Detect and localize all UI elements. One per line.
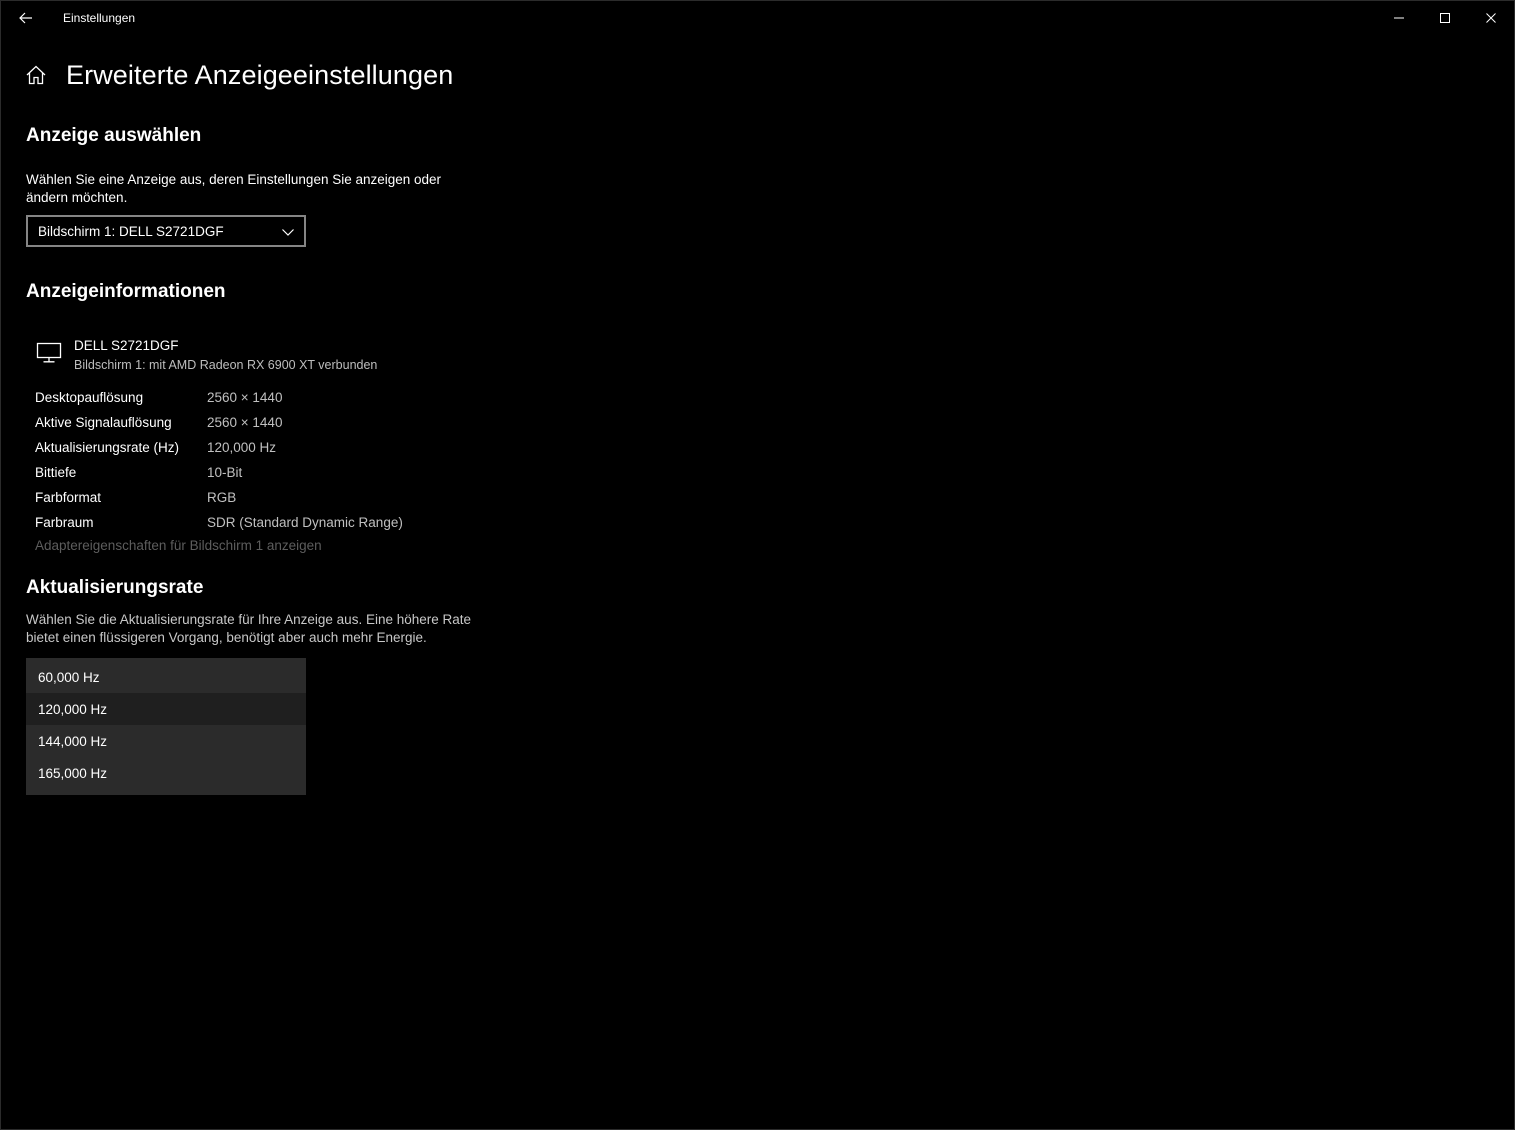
monitor-summary: DELL S2721DGF Bildschirm 1: mit AMD Rade… — [36, 337, 377, 375]
adapter-properties-link[interactable]: Adaptereigenschaften für Bildschirm 1 an… — [35, 538, 322, 553]
info-row-bit-depth: Bittiefe 10-Bit — [35, 460, 403, 485]
info-label: Aktive Signalauflösung — [35, 415, 172, 430]
maximize-icon — [1440, 13, 1450, 23]
info-value: 120,000 Hz — [207, 440, 277, 455]
select-display-description: Wählen Sie eine Anzeige aus, deren Einst… — [26, 172, 442, 205]
display-select[interactable]: Bildschirm 1: DELL S2721DGF — [26, 215, 306, 247]
info-row-color-format: Farbformat RGB — [35, 485, 403, 510]
info-row-color-space: Farbraum SDR (Standard Dynamic Range) — [35, 510, 403, 535]
monitor-name: DELL S2721DGF — [74, 338, 179, 353]
info-value: RGB — [207, 490, 237, 505]
refresh-rate-dropdown-list: 60,000 Hz 120,000 Hz 144,000 Hz 165,000 … — [26, 658, 306, 795]
refresh-rate-option-165[interactable]: 165,000 Hz — [26, 757, 306, 789]
monitor-connection: Bildschirm 1: mit AMD Radeon RX 6900 XT … — [74, 358, 378, 372]
refresh-rate-heading: Aktualisierungsrate — [26, 577, 204, 598]
display-info-heading: Anzeigeinformationen — [26, 281, 226, 302]
back-arrow-icon — [19, 12, 32, 24]
home-icon[interactable] — [25, 64, 47, 86]
monitor-text: DELL S2721DGF Bildschirm 1: mit AMD Rade… — [74, 337, 377, 375]
page-title: Erweiterte Anzeigeeinstellungen — [66, 59, 454, 90]
minimize-button[interactable] — [1376, 1, 1422, 35]
info-value: 2560 × 1440 — [207, 415, 283, 430]
back-button[interactable] — [11, 5, 41, 31]
settings-window: Einstellungen Erweiterte Anzeigeeinstell… — [0, 0, 1515, 1130]
info-label: Bittiefe — [35, 465, 77, 480]
info-value: 2560 × 1440 — [207, 390, 283, 405]
close-button[interactable] — [1468, 1, 1514, 35]
refresh-rate-option-120[interactable]: 120,000 Hz — [26, 693, 306, 725]
refresh-rate-option-60[interactable]: 60,000 Hz — [26, 661, 306, 693]
maximize-button[interactable] — [1422, 1, 1468, 35]
info-row-active-signal-resolution: Aktive Signalauflösung 2560 × 1440 — [35, 410, 403, 435]
refresh-rate-option-144[interactable]: 144,000 Hz — [26, 725, 306, 757]
page-header: Erweiterte Anzeigeeinstellungen — [25, 57, 453, 93]
info-value: 10-Bit — [207, 465, 243, 480]
monitor-icon — [36, 342, 62, 363]
info-value: SDR (Standard Dynamic Range) — [207, 515, 403, 530]
info-label: Aktualisierungsrate (Hz) — [35, 440, 180, 455]
chevron-down-icon — [282, 229, 294, 236]
display-select-value: Bildschirm 1: DELL S2721DGF — [38, 223, 224, 239]
title-bar: Einstellungen — [1, 1, 1514, 35]
select-display-heading: Anzeige auswählen — [26, 125, 202, 146]
info-label: Desktopauflösung — [35, 390, 144, 405]
info-row-desktop-resolution: Desktopauflösung 2560 × 1440 — [35, 385, 403, 410]
display-info-table: Desktopauflösung 2560 × 1440 Aktive Sign… — [35, 385, 403, 535]
info-label: Farbraum — [35, 515, 94, 530]
info-row-refresh-rate: Aktualisierungsrate (Hz) 120,000 Hz — [35, 435, 403, 460]
close-icon — [1486, 13, 1496, 23]
refresh-rate-description: Wählen Sie die Aktualisierungsrate für I… — [26, 612, 472, 645]
minimize-icon — [1394, 17, 1404, 19]
info-label: Farbformat — [35, 490, 102, 505]
app-title: Einstellungen — [63, 11, 136, 25]
